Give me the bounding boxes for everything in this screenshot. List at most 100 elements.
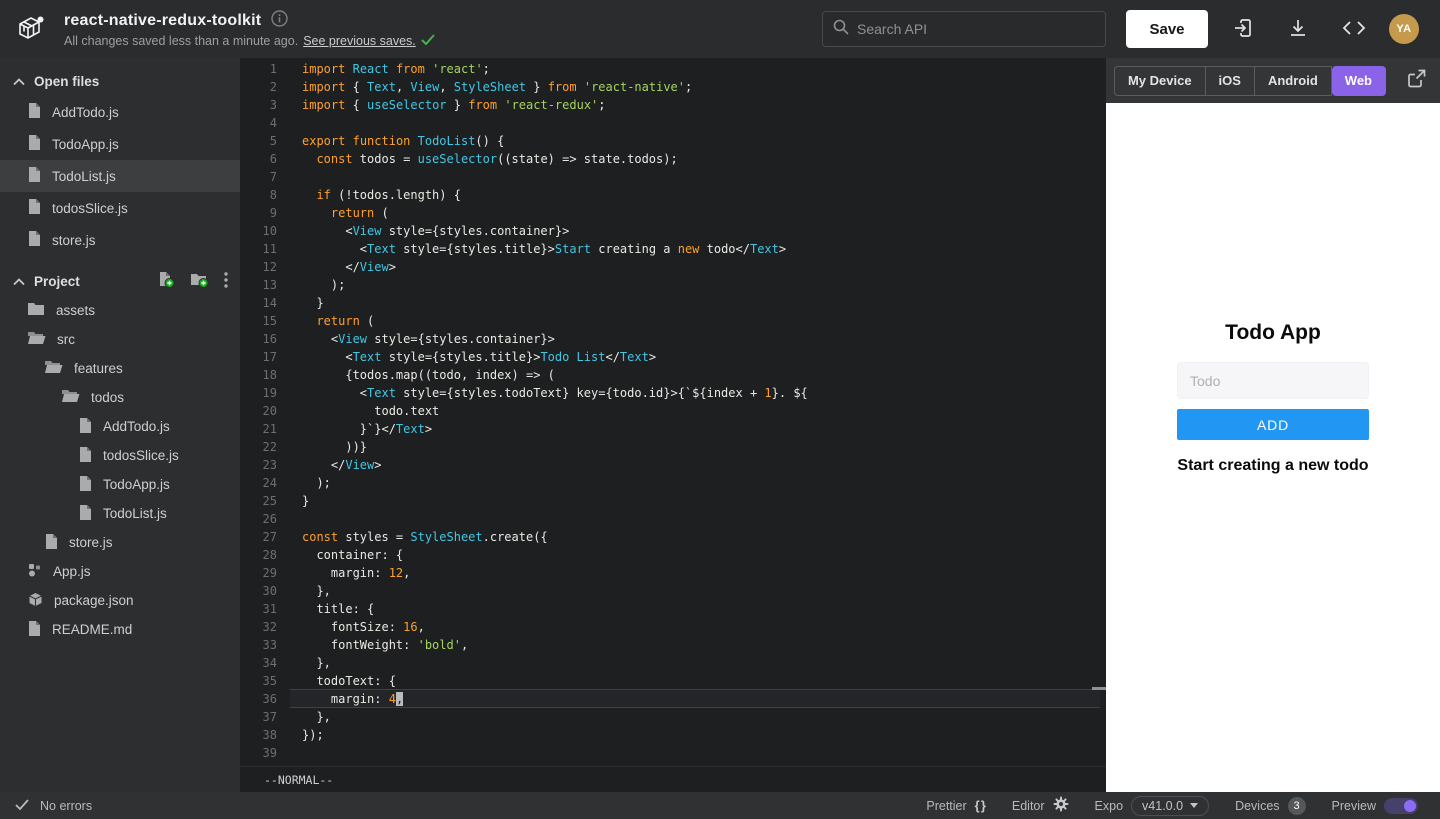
- line-number: 24: [240, 474, 277, 492]
- device-tab-ios[interactable]: iOS: [1206, 66, 1255, 96]
- code-line-13[interactable]: 13 );: [240, 276, 1106, 294]
- code-line-27[interactable]: 27const styles = StyleSheet.create({: [240, 528, 1106, 546]
- download-button[interactable]: [1280, 11, 1316, 47]
- line-number: 23: [240, 456, 277, 474]
- code-line-7[interactable]: 7: [240, 168, 1106, 186]
- tree-item-store-js[interactable]: store.js: [0, 528, 240, 557]
- tree-item-todos[interactable]: todos: [0, 383, 240, 412]
- todo-input[interactable]: [1177, 362, 1369, 399]
- code-area[interactable]: 1import React from 'react';2import { Tex…: [240, 58, 1106, 766]
- code-line-9[interactable]: 9 return (: [240, 204, 1106, 222]
- device-tab-android[interactable]: Android: [1255, 66, 1332, 96]
- code-line-25[interactable]: 25}: [240, 492, 1106, 510]
- new-file-button[interactable]: [158, 271, 175, 291]
- code-line-32[interactable]: 32 fontSize: 16,: [240, 618, 1106, 636]
- expo-version-dropdown[interactable]: v41.0.0: [1131, 796, 1209, 816]
- code-line-12[interactable]: 12 </View>: [240, 258, 1106, 276]
- code-line-36[interactable]: 36 margin: 4,: [240, 690, 1106, 708]
- code-line-20[interactable]: 20 todo.text: [240, 402, 1106, 420]
- file-icon: [79, 505, 92, 523]
- open-file-item-todosslice-js[interactable]: todosSlice.js: [0, 192, 240, 224]
- code-line-35[interactable]: 35 todoText: {: [240, 672, 1106, 690]
- search-api-box[interactable]: [822, 11, 1106, 47]
- code-line-26[interactable]: 26: [240, 510, 1106, 528]
- status-bar: No errors Prettier { } Editor: [0, 792, 1440, 819]
- code-line-33[interactable]: 33 fontWeight: 'bold',: [240, 636, 1106, 654]
- code-line-28[interactable]: 28 container: {: [240, 546, 1106, 564]
- code-line-2[interactable]: 2import { Text, View, StyleSheet } from …: [240, 78, 1106, 96]
- code-line-3[interactable]: 3import { useSelector } from 'react-redu…: [240, 96, 1106, 114]
- code-editor[interactable]: 1import React from 'react';2import { Tex…: [240, 58, 1106, 792]
- snack-logo-icon[interactable]: [12, 10, 50, 48]
- run-on-device-button[interactable]: [1226, 11, 1262, 47]
- avatar[interactable]: YA: [1389, 14, 1419, 44]
- prettier-button[interactable]: Prettier { }: [918, 798, 994, 813]
- code-line-15[interactable]: 15 return (: [240, 312, 1106, 330]
- tree-item-readme-md[interactable]: README.md: [0, 615, 240, 644]
- code-line-17[interactable]: 17 <Text style={styles.title}>Todo List<…: [240, 348, 1106, 366]
- code-line-10[interactable]: 10 <View style={styles.container}>: [240, 222, 1106, 240]
- tree-item-package-json[interactable]: package.json: [0, 586, 240, 615]
- tree-item-assets[interactable]: assets: [0, 296, 240, 325]
- code-line-23[interactable]: 23 </View>: [240, 456, 1106, 474]
- file-icon: [28, 103, 41, 121]
- tree-item-todolist-js[interactable]: TodoList.js: [0, 499, 240, 528]
- code-line-14[interactable]: 14 }: [240, 294, 1106, 312]
- code-line-16[interactable]: 16 <View style={styles.container}>: [240, 330, 1106, 348]
- code-line-24[interactable]: 24 );: [240, 474, 1106, 492]
- tree-item-app-js[interactable]: App.js: [0, 557, 240, 586]
- line-number: 22: [240, 438, 277, 456]
- tree-item-src[interactable]: src: [0, 325, 240, 354]
- tree-item-name: README.md: [52, 622, 132, 637]
- save-button[interactable]: Save: [1126, 10, 1208, 48]
- file-name: todosSlice.js: [52, 201, 128, 216]
- previous-saves-link[interactable]: See previous saves.: [303, 34, 416, 48]
- code-line-30[interactable]: 30 },: [240, 582, 1106, 600]
- info-icon[interactable]: [271, 10, 288, 32]
- code-line-19[interactable]: 19 <Text style={styles.todoText} key={to…: [240, 384, 1106, 402]
- code-line-34[interactable]: 34 },: [240, 654, 1106, 672]
- code-line-22[interactable]: 22 ))}: [240, 438, 1106, 456]
- search-api-input[interactable]: [857, 21, 1095, 37]
- line-number: 16: [240, 330, 277, 348]
- open-file-item-store-js[interactable]: store.js: [0, 224, 240, 256]
- code-line-5[interactable]: 5export function TodoList() {: [240, 132, 1106, 150]
- device-tab-my-device[interactable]: My Device: [1114, 66, 1206, 96]
- project-title[interactable]: react-native-redux-toolkit: [64, 12, 261, 30]
- preview-toggle[interactable]: [1384, 798, 1418, 814]
- project-menu-button[interactable]: [224, 272, 228, 291]
- open-in-new-window-button[interactable]: [1407, 69, 1426, 93]
- code-line-6[interactable]: 6 const todos = useSelector((state) => s…: [240, 150, 1106, 168]
- open-file-item-todolist-js[interactable]: TodoList.js: [0, 160, 240, 192]
- expo-version-value: v41.0.0: [1142, 799, 1183, 813]
- code-line-1[interactable]: 1import React from 'react';: [240, 60, 1106, 78]
- editor-settings-button[interactable]: Editor: [1004, 796, 1077, 815]
- file-name: TodoList.js: [52, 169, 116, 184]
- code-line-39[interactable]: 39: [240, 744, 1106, 762]
- code-line-31[interactable]: 31 title: {: [240, 600, 1106, 618]
- add-todo-button[interactable]: ADD: [1177, 409, 1369, 440]
- code-line-29[interactable]: 29 margin: 12,: [240, 564, 1106, 582]
- code-line-4[interactable]: 4: [240, 114, 1106, 132]
- tree-item-features[interactable]: features: [0, 354, 240, 383]
- open-file-item-todoapp-js[interactable]: TodoApp.js: [0, 128, 240, 160]
- line-number: 14: [240, 294, 277, 312]
- device-tab-web[interactable]: Web: [1332, 66, 1386, 96]
- tree-item-todosslice-js[interactable]: todosSlice.js: [0, 441, 240, 470]
- tree-item-todoapp-js[interactable]: TodoApp.js: [0, 470, 240, 499]
- embed-code-button[interactable]: [1336, 11, 1372, 47]
- new-folder-button[interactable]: [190, 271, 209, 291]
- devices-button[interactable]: Devices 3: [1227, 797, 1313, 815]
- code-line-8[interactable]: 8 if (!todos.length) {: [240, 186, 1106, 204]
- tree-item-addtodo-js[interactable]: AddTodo.js: [0, 412, 240, 441]
- code-line-21[interactable]: 21 }`}</Text>: [240, 420, 1106, 438]
- line-text: if (!todos.length) {: [302, 186, 461, 204]
- open-files-section-header[interactable]: Open files: [0, 66, 240, 96]
- open-file-item-addtodo-js[interactable]: AddTodo.js: [0, 96, 240, 128]
- code-line-11[interactable]: 11 <Text style={styles.title}>Start crea…: [240, 240, 1106, 258]
- code-line-38[interactable]: 38});: [240, 726, 1106, 744]
- line-text: }: [302, 294, 324, 312]
- code-line-18[interactable]: 18 {todos.map((todo, index) => (: [240, 366, 1106, 384]
- project-section-header[interactable]: Project: [0, 266, 240, 296]
- code-line-37[interactable]: 37 },: [240, 708, 1106, 726]
